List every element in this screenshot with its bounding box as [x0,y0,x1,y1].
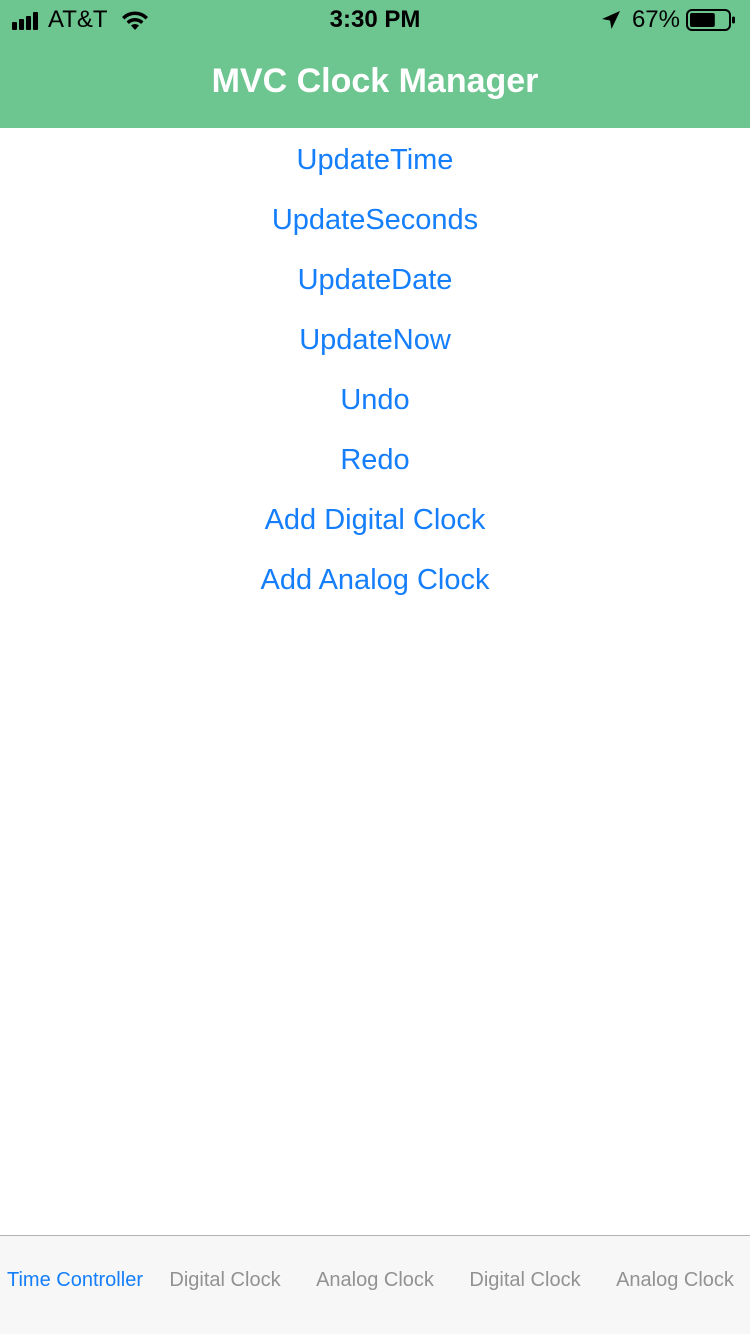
battery-fill [690,13,715,27]
tab-time-controller[interactable]: Time Controller [0,1269,150,1292]
tab-analog-clock-2[interactable]: Analog Clock [600,1269,750,1292]
update-seconds-button[interactable]: UpdateSeconds [0,190,750,250]
action-menu: UpdateTime UpdateSeconds UpdateDate Upda… [0,130,750,610]
tab-digital-clock[interactable]: Digital Clock [150,1269,300,1292]
battery-percentage: 67% [631,6,680,33]
navigation-header: AT&T 3:30 PM 67% MVC Clock Manager [0,0,750,128]
battery-icon [686,9,735,31]
undo-button[interactable]: Undo [0,370,750,430]
add-analog-clock-button[interactable]: Add Analog Clock [0,550,750,610]
update-time-button[interactable]: UpdateTime [0,130,750,190]
redo-button[interactable]: Redo [0,430,750,490]
update-date-button[interactable]: UpdateDate [0,250,750,310]
status-bar-right: 67% [600,6,736,34]
tab-digital-clock-2[interactable]: Digital Clock [450,1269,600,1292]
status-bar: AT&T 3:30 PM 67% [0,0,750,40]
update-now-button[interactable]: UpdateNow [0,310,750,370]
tab-analog-clock[interactable]: Analog Clock [300,1269,450,1292]
tab-bar: Time Controller Digital Clock Analog Clo… [0,1235,750,1334]
location-arrow-icon [601,11,620,29]
page-title: MVC Clock Manager [211,62,539,100]
add-digital-clock-button[interactable]: Add Digital Clock [0,490,750,550]
